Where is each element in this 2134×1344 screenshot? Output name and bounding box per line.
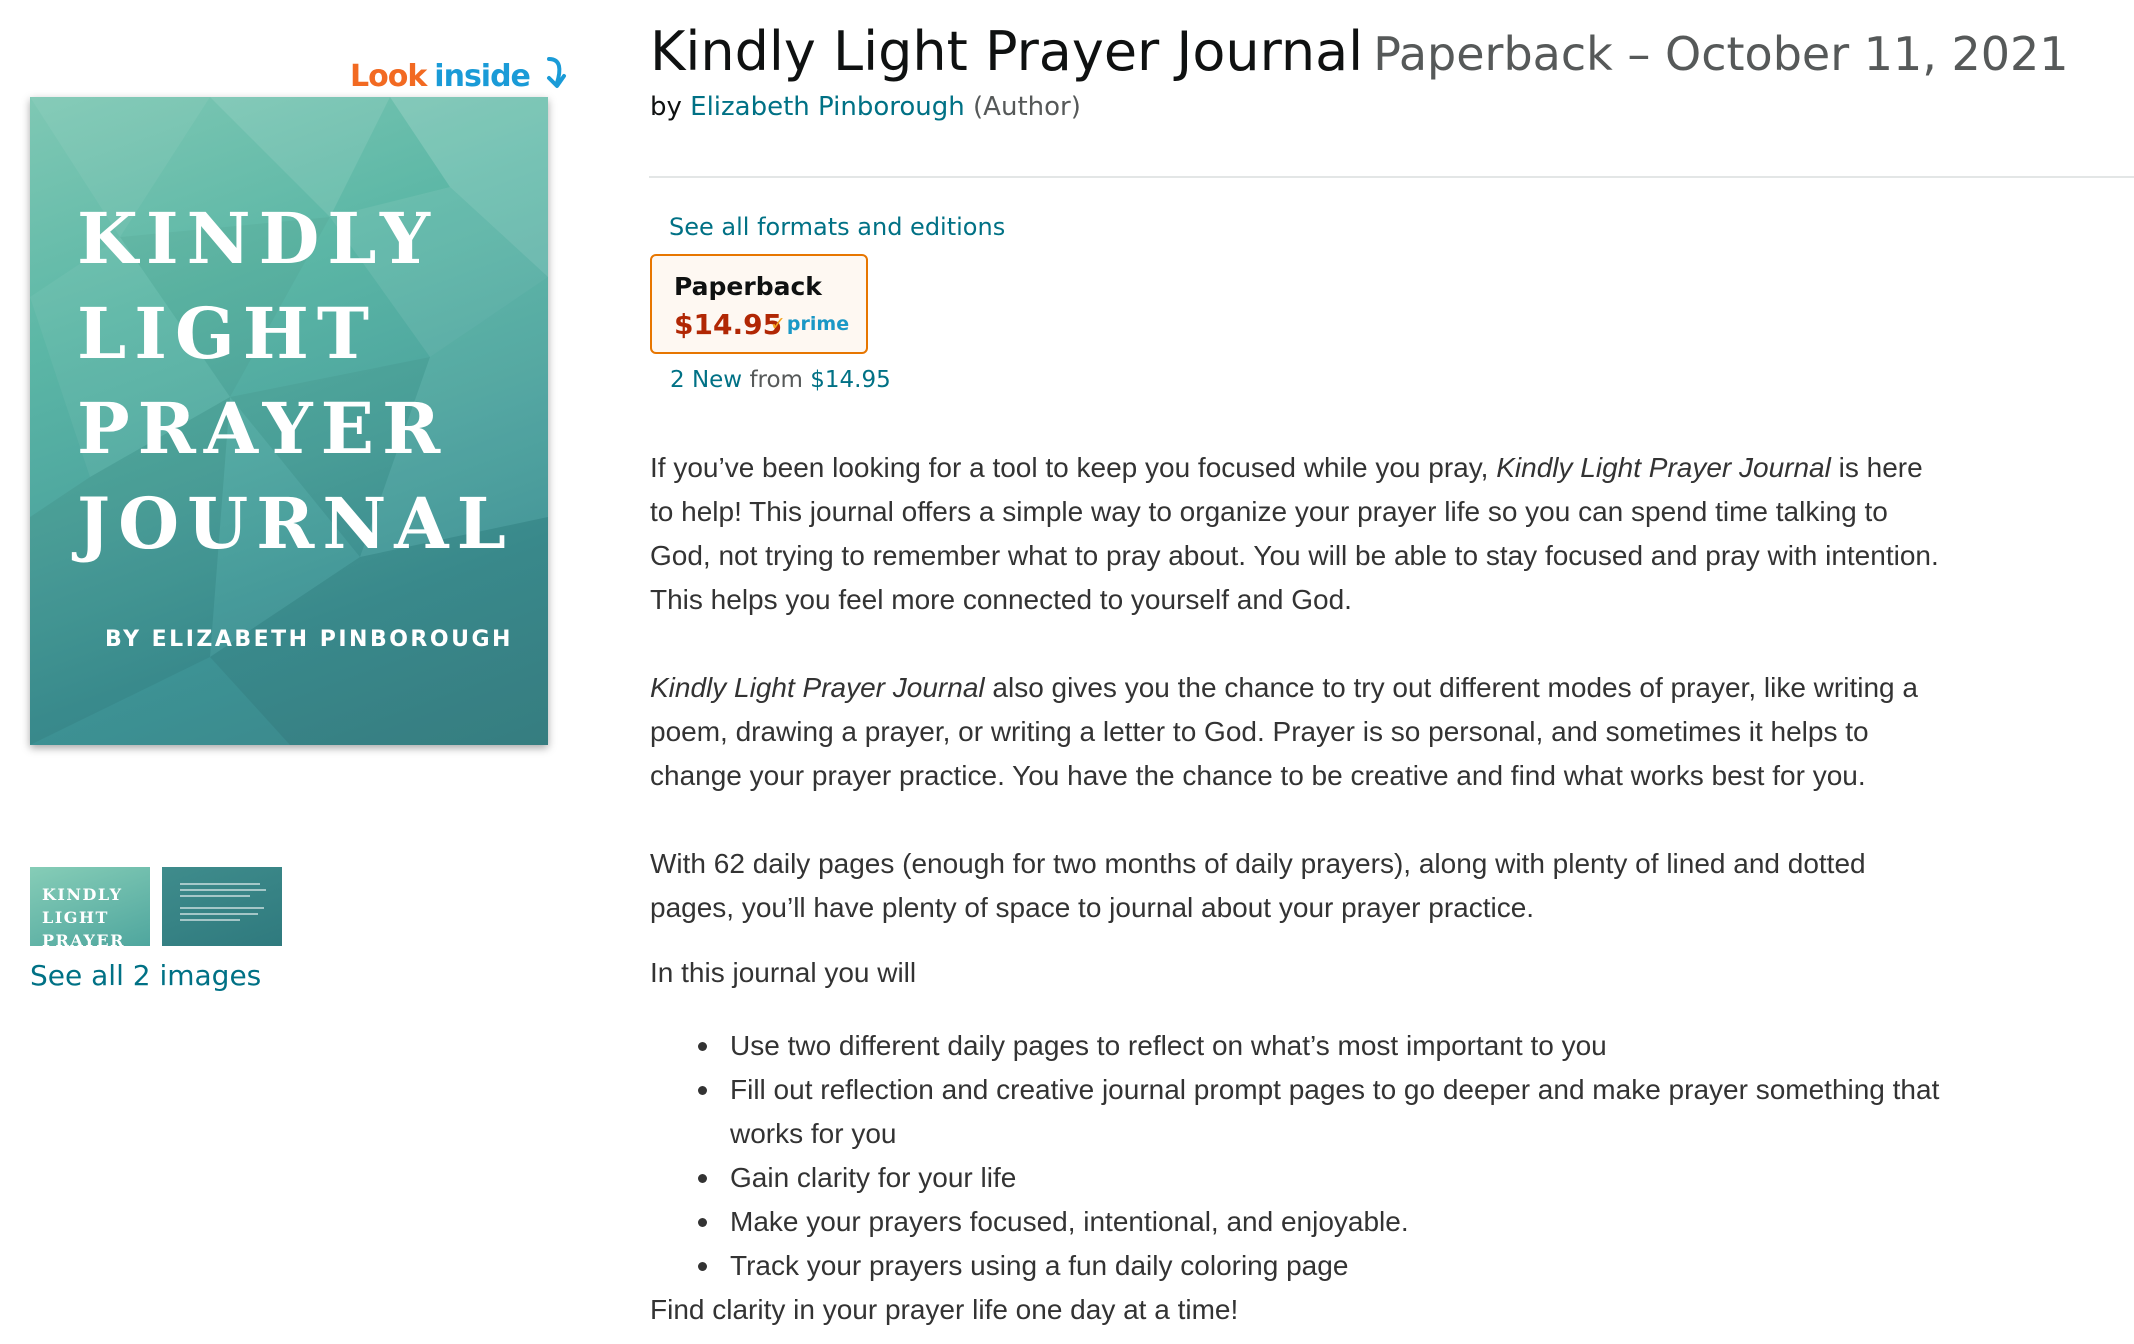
thumbnail-title-line-1: KINDLY <box>42 885 123 904</box>
product-subtitle: Paperback – October 11, 2021 <box>1373 27 2069 81</box>
new-offers-link[interactable]: 2 New <box>670 367 742 393</box>
format-option-paperback[interactable]: Paperback $14.95 ✓prime <box>650 254 868 354</box>
look-inside-button[interactable]: Look inside <box>350 56 567 94</box>
list-item: Fill out reflection and creative journal… <box>650 1068 1950 1156</box>
list-item: Make your prayers focused, intentional, … <box>650 1200 1950 1244</box>
list-item: Use two different daily pages to reflect… <box>650 1024 1950 1068</box>
curved-down-arrow-icon <box>547 57 567 88</box>
book-cover-image[interactable]: KINDLY LIGHT PRAYER JOURNAL BY ELIZABETH… <box>30 97 548 745</box>
see-all-images-link[interactable]: See all 2 images <box>30 959 261 992</box>
description-text: If you’ve been looking for a tool to kee… <box>650 452 1497 483</box>
author-role: (Author) <box>973 92 1081 122</box>
cover-title-line-2: LIGHT <box>77 292 377 375</box>
cover-author: BY ELIZABETH PINBOROUGH <box>105 627 513 652</box>
description-paragraph-1: If you’ve been looking for a tool to kee… <box>650 446 1950 622</box>
thumbnail-text-line <box>180 913 258 915</box>
thumbnail-text-line <box>180 883 260 885</box>
thumbnail-title-line-3: PRAYER <box>42 931 125 946</box>
prime-label: prime <box>786 313 850 335</box>
cover-title-line-4: JOURNAL <box>77 482 514 565</box>
description-bullet-list: Use two different daily pages to reflect… <box>650 1024 1950 1288</box>
byline-by: by <box>650 92 682 122</box>
format-price: $14.95 <box>674 308 783 341</box>
new-offers-price-link[interactable]: $14.95 <box>810 367 890 393</box>
description-italic-title: Kindly Light Prayer Journal <box>650 672 985 703</box>
product-title-row: Kindly Light Prayer Journal Paperback – O… <box>650 20 2069 83</box>
cover-title-line-1: KINDLY <box>77 197 438 280</box>
thumbnail-text-line <box>180 895 250 897</box>
description-italic-title: Kindly Light Prayer Journal <box>1496 452 1831 483</box>
format-name: Paperback <box>674 272 822 301</box>
thumbnail-front-cover[interactable]: KINDLY LIGHT PRAYER <box>30 867 150 946</box>
new-offers: 2 New from $14.95 <box>670 367 891 393</box>
thumbnail-text-line <box>180 919 240 921</box>
list-item: Gain clarity for your life <box>650 1156 1950 1200</box>
cover-title-line-3: PRAYER <box>77 387 449 470</box>
description-paragraph-2: Kindly Light Prayer Journal also gives y… <box>650 666 1950 798</box>
byline: by Elizabeth Pinborough (Author) <box>650 92 1081 122</box>
new-offers-from-label: from <box>749 367 803 393</box>
see-all-formats-link[interactable]: See all formats and editions <box>669 213 1005 241</box>
prime-check-icon: ✓ <box>770 313 786 335</box>
look-inside-word-look: Look <box>350 59 427 94</box>
section-divider <box>649 176 2134 178</box>
thumbnail-title-line-2: LIGHT <box>42 908 109 927</box>
description-paragraph-4: In this journal you will <box>650 957 917 988</box>
list-item: Track your prayers using a fun daily col… <box>650 1244 1950 1288</box>
description-closing: Find clarity in your prayer life one day… <box>650 1294 1239 1325</box>
description-paragraph-3: With 62 daily pages (enough for two mont… <box>650 848 1866 923</box>
author-link[interactable]: Elizabeth Pinborough <box>690 92 965 122</box>
product-title: Kindly Light Prayer Journal <box>650 20 1364 83</box>
thumbnail-text-line <box>180 889 266 891</box>
look-inside-word-inside: inside <box>434 59 531 94</box>
prime-badge: ✓prime <box>770 313 849 335</box>
thumbnail-back-cover[interactable] <box>162 867 282 946</box>
thumbnail-text-line <box>180 907 264 909</box>
